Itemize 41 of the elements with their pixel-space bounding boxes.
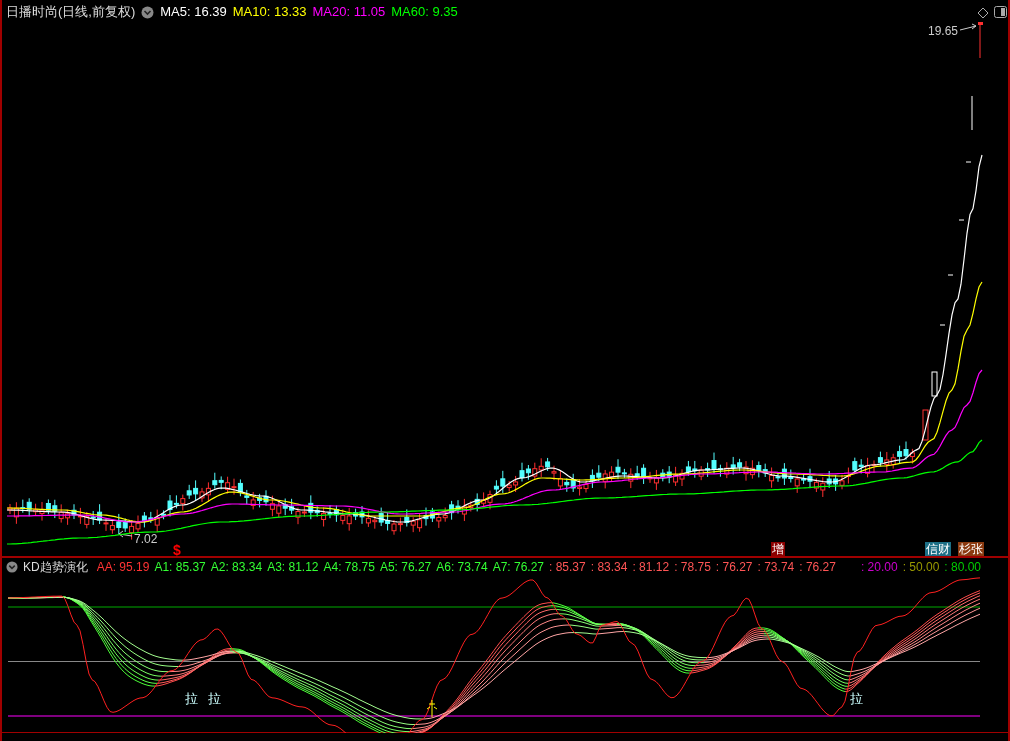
dropdown-icon[interactable]	[141, 5, 155, 19]
indicator-value: A3: 81.12	[267, 559, 319, 575]
chart-title: 日播时尚(日线,前复权)	[6, 3, 136, 21]
indicator-value: : 81.12	[632, 559, 670, 575]
signal-label: 拉	[850, 690, 863, 708]
indicator-value: : 73.74	[757, 559, 795, 575]
moving-average-value: MA10: 13.33	[232, 3, 307, 21]
indicator-value: AA: 95.19	[96, 559, 150, 575]
panel-toggle-icon[interactable]	[994, 6, 1007, 18]
indicator-value: : 80.00	[944, 559, 982, 575]
signal-tag: 杉张	[958, 542, 984, 556]
indicator-value: A2: 83.34	[210, 559, 263, 575]
low-price-label: 7.02	[134, 531, 158, 548]
signal-tag: 增	[771, 542, 785, 556]
dropdown-icon[interactable]	[6, 561, 18, 573]
indicator-value: : 78.75	[674, 559, 711, 575]
indicator-value: A7: 76.27	[492, 559, 544, 575]
cross-signal-icon	[426, 699, 438, 718]
indicator-value: : 76.27	[715, 559, 753, 575]
indicator-value: A1: 85.37	[154, 559, 206, 575]
indicator-value: : 50.00	[902, 559, 940, 575]
signal-label: 拉	[185, 690, 198, 708]
high-price-label: 19.65	[928, 23, 959, 40]
indicator-title: KD趋势演化	[23, 559, 88, 575]
indicator-value: A6: 73.74	[436, 559, 488, 575]
signal-mark: $	[173, 543, 181, 557]
indicator-value: A5: 76.27	[379, 559, 432, 575]
moving-average-value: MA20: 11.05	[312, 3, 386, 21]
moving-average-value: MA5: 16.39	[160, 3, 227, 21]
pointer-arrow	[959, 23, 977, 31]
indicator-value: : 76.27	[799, 559, 836, 575]
indicator-value: : 83.34	[590, 559, 628, 575]
indicator-value: : 85.37	[549, 559, 586, 575]
indicator-value: : 20.00	[860, 559, 898, 575]
pointer-arrow	[118, 530, 133, 538]
candlestick	[978, 22, 983, 59]
signal-label: 拉	[208, 690, 221, 708]
diamond-icon[interactable]	[977, 7, 989, 19]
moving-average-value: MA60: 9.35	[391, 3, 458, 21]
indicator-value: A4: 78.75	[323, 559, 375, 575]
signal-tag: 信财	[925, 542, 951, 556]
